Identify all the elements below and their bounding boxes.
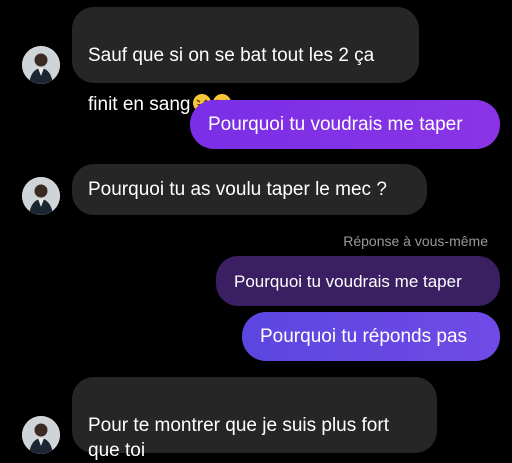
message-text: Pour te montrer que je suis plus fort qu… [88,415,389,461]
avatar-photo [22,416,60,454]
quoted-message[interactable]: Pourquoi tu voudrais me taper [216,256,500,306]
avatar-photo [22,177,60,215]
message-bubble-incoming[interactable]: Pourquoi tu as voulu taper le mec ? [72,164,427,215]
message-text: Pourquoi tu voudrais me taper [208,114,463,135]
quoted-text: Pourquoi tu voudrais me taper [234,271,462,291]
message-bubble-incoming[interactable]: Pour te montrer que je suis plus fort qu… [72,377,437,461]
message-bubble-incoming[interactable]: Sauf que si on se bat tout les 2 ça fini… [72,7,419,115]
avatar-photo [22,46,60,84]
message-text: Pourquoi tu réponds pas [260,326,468,347]
message-bubble-outgoing[interactable]: Pourquoi tu réponds pas [242,312,500,361]
message-bubble-outgoing[interactable]: Pourquoi tu voudrais me taper [190,100,500,149]
contact-avatar[interactable] [22,46,60,84]
contact-avatar[interactable] [22,416,60,454]
message-text: Pourquoi tu as voulu taper le mec ? [88,179,387,200]
contact-avatar[interactable] [22,177,60,215]
reply-label: Réponse à vous-même [343,233,488,249]
